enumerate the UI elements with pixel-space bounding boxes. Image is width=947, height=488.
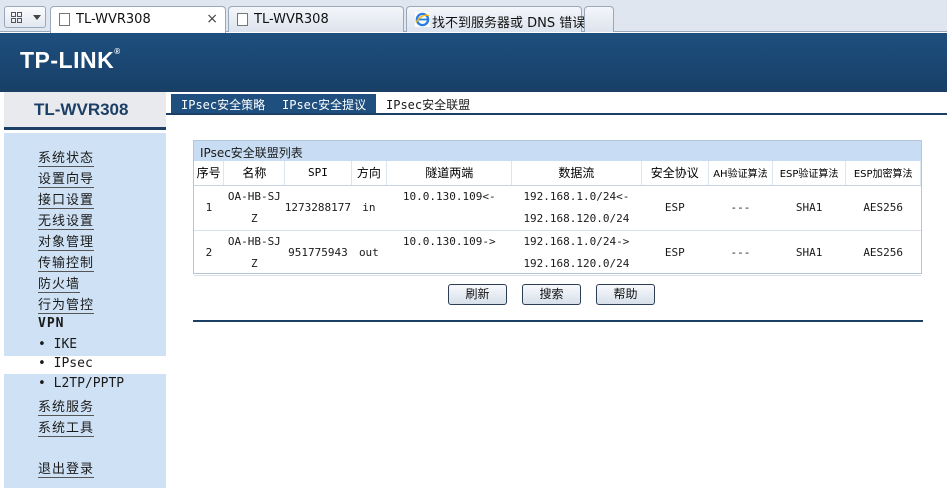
column-header: AH验证算法	[708, 161, 773, 186]
sidebar: 系统状态 设置向导 接口设置 无线设置 对象管理 传输控制 防火墙 行为管控 V…	[4, 133, 166, 488]
cell-name-line: Z	[251, 211, 258, 225]
ipsec-sa-table: 序号 名称 SPI 方向 隧道两端 数据流 安全协议 AH验证算法 ESP验证算…	[194, 161, 921, 276]
cell-flow-line: 192.168.1.0/24<-	[523, 189, 630, 203]
browser-tab-label: TL-WVR308	[254, 12, 329, 27]
page-icon	[59, 13, 70, 26]
browser-tab-2[interactable]: TL-WVR308	[228, 6, 404, 32]
sidebar-item-wireless[interactable]: 无线设置	[38, 210, 95, 230]
cell-name-line: Z	[251, 256, 258, 270]
sidebar-item-services[interactable]: 系统服务	[38, 396, 95, 416]
chevron-down-icon	[33, 15, 41, 20]
tab-underline	[166, 113, 947, 115]
sidebar-item-behavior[interactable]: 行为管控	[38, 294, 95, 314]
cell-ah: ---	[708, 230, 773, 276]
browser-tab-label: TL-WVR308	[76, 12, 151, 27]
tab-ipsec-proposal[interactable]: IPsec安全提议	[272, 94, 377, 115]
cell-esp-auth: SHA1	[772, 230, 846, 276]
cell-esp-auth: SHA1	[772, 185, 846, 231]
panel-title: IPsec安全联盟列表	[194, 141, 921, 161]
grid-icon	[11, 12, 23, 24]
ipsec-sa-panel: IPsec安全联盟列表 序号 名称 SPI 方向 隧道两端 数据流 安全协议 A…	[193, 140, 922, 276]
browser-tab-3[interactable]: 找不到服务器或 DNS 错误	[406, 6, 586, 32]
cell-name: OA-HB-SJ Z	[223, 185, 285, 231]
column-header: ESP验证算法	[772, 161, 847, 186]
sidebar-item-status[interactable]: 系统状态	[38, 147, 95, 167]
sidebar-item-vpn[interactable]: VPN	[38, 316, 64, 336]
sidebar-item-wizard[interactable]: 设置向导	[38, 168, 95, 188]
sidebar-subitem-l2tp[interactable]: • L2TP/PPTP	[38, 376, 124, 394]
cell-tunnel: 10.0.130.109->	[386, 230, 512, 276]
cell-tunnel-line: 10.0.130.109->	[402, 234, 496, 248]
column-header: 隧道两端	[386, 161, 513, 186]
cell-spi: 951775943	[284, 230, 352, 276]
model-name: TL-WVR308	[34, 100, 129, 119]
column-header: 序号	[194, 161, 225, 186]
ie-icon	[415, 12, 430, 27]
column-header: 方向	[351, 161, 388, 186]
cell-tunnel: 10.0.130.109<-	[386, 185, 512, 231]
browser-tab-label: 找不到服务器或 DNS 错误	[432, 16, 586, 31]
cell-tunnel-line: 10.0.130.109<-	[402, 189, 496, 203]
column-header: ESP加密算法	[845, 161, 921, 186]
sidebar-item-firewall[interactable]: 防火墙	[38, 273, 81, 293]
sidebar-item-interface[interactable]: 接口设置	[38, 189, 95, 209]
cell-protocol: ESP	[641, 185, 709, 231]
sidebar-subitem-ike[interactable]: • IKE	[38, 337, 77, 355]
cell-flow: 192.168.1.0/24<- 192.168.120.0/24	[511, 185, 642, 231]
cell-no: 1	[194, 185, 224, 231]
table-row: 1 OA-HB-SJ Z 1273288177 in 10.0.130.109<-…	[194, 185, 921, 231]
browser-tab-strip: TL-WVR308 × TL-WVR308 找不到服务器或 DNS 错误	[0, 0, 947, 33]
cell-esp-enc: AES256	[845, 185, 921, 231]
refresh-button[interactable]: 刷新	[448, 284, 507, 305]
browser-tab-1[interactable]: TL-WVR308 ×	[50, 6, 226, 33]
cell-spi: 1273288177	[284, 185, 352, 231]
sidebar-item-tools[interactable]: 系统工具	[38, 417, 95, 437]
sidebar-subitem-ipsec[interactable]: • IPsec	[4, 356, 166, 374]
sidebar-item-objects[interactable]: 对象管理	[38, 231, 95, 251]
cell-direction: out	[351, 230, 387, 276]
search-button[interactable]: 搜索	[522, 284, 581, 305]
app-header: TP-LINK®	[0, 33, 947, 89]
cell-flow: 192.168.1.0/24-> 192.168.120.0/24	[511, 230, 642, 276]
column-header: 数据流	[511, 161, 642, 186]
sidebar-item-logout[interactable]: 退出登录	[38, 458, 95, 478]
tab-ipsec-sa[interactable]: IPsec安全联盟	[376, 94, 479, 115]
column-header: 安全协议	[641, 161, 710, 186]
table-header-row: 序号 名称 SPI 方向 隧道两端 数据流 安全协议 AH验证算法 ESP验证算…	[194, 161, 921, 186]
cell-flow-line: 192.168.1.0/24->	[523, 234, 630, 248]
cell-name: OA-HB-SJ Z	[223, 230, 285, 276]
close-icon[interactable]: ×	[206, 11, 218, 27]
cell-flow-line: 192.168.120.0/24	[523, 211, 630, 225]
content-bottom-line	[193, 320, 923, 322]
sidebar-item-transport[interactable]: 传输控制	[38, 252, 95, 272]
page-icon	[237, 13, 248, 26]
tab-ipsec-policy[interactable]: IPsec安全策略	[171, 94, 276, 115]
model-name-box: TL-WVR308	[4, 92, 166, 130]
help-button[interactable]: 帮助	[596, 284, 655, 305]
column-header: 名称	[223, 161, 286, 186]
cell-protocol: ESP	[641, 230, 709, 276]
table-row: 2 OA-HB-SJ Z 951775943 out 10.0.130.109->…	[194, 230, 921, 276]
tab-list-menu-button[interactable]	[4, 6, 46, 28]
cell-ah: ---	[708, 185, 773, 231]
cell-name-line: OA-HB-SJ	[227, 234, 281, 248]
cell-name-line: OA-HB-SJ	[227, 189, 281, 203]
column-header: SPI	[284, 161, 352, 186]
cell-no: 2	[194, 230, 224, 276]
cell-direction: in	[351, 185, 387, 231]
cell-flow-line: 192.168.120.0/24	[523, 256, 630, 270]
new-tab-button[interactable]	[584, 6, 614, 32]
cell-esp-enc: AES256	[845, 230, 921, 276]
tp-link-logo: TP-LINK®	[20, 47, 121, 73]
